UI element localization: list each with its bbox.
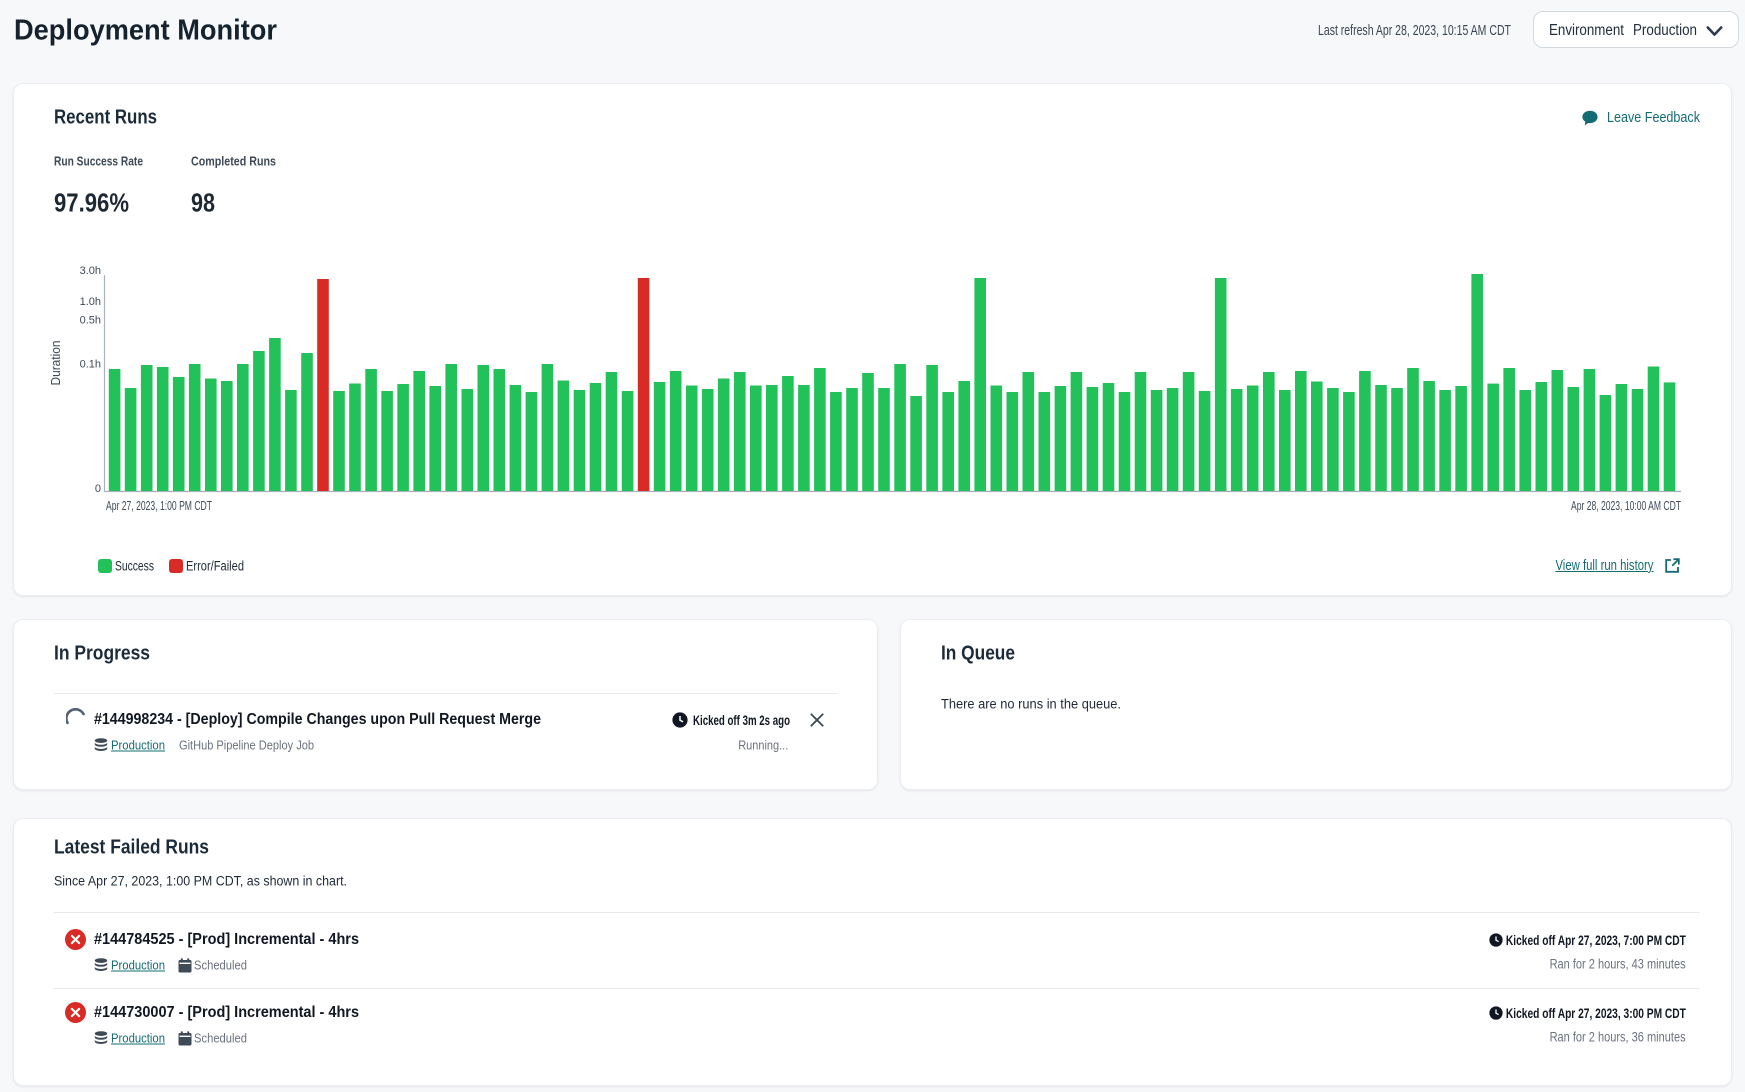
svg-text:0: 0: [95, 483, 101, 495]
svg-text:0.5h: 0.5h: [80, 315, 101, 327]
svg-text:Apr 27, 2023, 1:00 PM CDT: Apr 27, 2023, 1:00 PM CDT: [106, 499, 212, 513]
svg-text:1.0h: 1.0h: [80, 296, 101, 308]
svg-text:Duration: Duration: [49, 340, 63, 385]
svg-text:Apr 28, 2023, 10:00 AM CDT: Apr 28, 2023, 10:00 AM CDT: [1571, 499, 1681, 513]
svg-text:3.0h: 3.0h: [80, 265, 101, 277]
svg-text:0.1h: 0.1h: [80, 359, 101, 371]
